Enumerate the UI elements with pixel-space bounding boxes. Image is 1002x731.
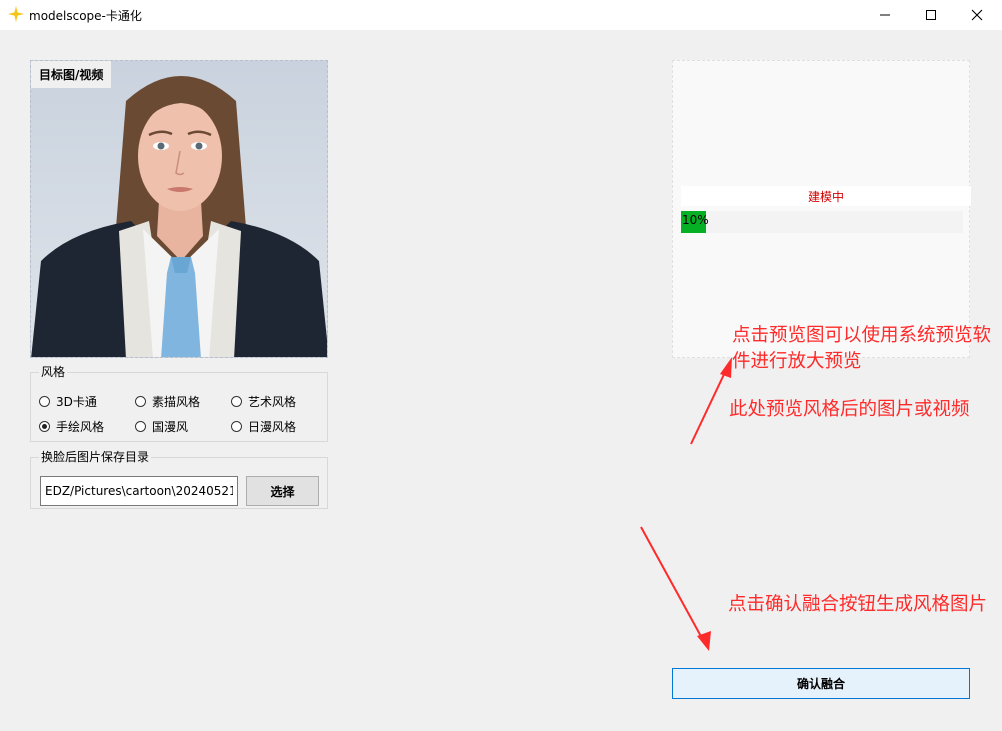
radio-circle[interactable] — [135, 421, 146, 432]
style-group: 风格 3D卡通 素描风格 艺术风格 手绘风格 国漫风 日漫风格 — [30, 365, 328, 442]
radio-circle[interactable] — [231, 396, 242, 407]
annotation-preview-click: 点击预览图可以使用系统预览软件进行放大预览 — [732, 325, 992, 372]
radio-label: 国漫风 — [152, 420, 189, 434]
arrow-head-confirm — [697, 631, 711, 651]
confirm-merge-button[interactable]: 确认融合 — [672, 668, 970, 699]
style-group-title: 风格 — [39, 365, 68, 379]
save-path-input[interactable] — [40, 476, 238, 506]
radio-label: 艺术风格 — [248, 395, 297, 409]
close-button[interactable] — [954, 0, 1000, 30]
radio-label: 素描风格 — [152, 395, 201, 409]
minimize-icon — [880, 14, 890, 16]
radio-anime[interactable]: 日漫风格 — [231, 418, 296, 435]
radio-hand-drawn[interactable]: 手绘风格 — [39, 418, 104, 435]
radio-label: 3D卡通 — [56, 395, 97, 409]
save-dir-group-title: 换脸后图片保存目录 — [39, 450, 152, 464]
close-icon — [971, 9, 983, 21]
radio-guoman[interactable]: 国漫风 — [135, 418, 188, 435]
radio-label: 日漫风格 — [248, 420, 297, 434]
radio-circle[interactable] — [231, 421, 242, 432]
save-dir-group: 换脸后图片保存目录 选择 — [30, 450, 328, 509]
target-label: 目标图/视频 — [31, 61, 112, 88]
radio-circle[interactable] — [135, 396, 146, 407]
sparkle-icon — [8, 6, 24, 22]
minimize-button[interactable] — [862, 0, 908, 30]
target-image-panel[interactable]: 目标图/视频 — [30, 60, 328, 358]
preview-panel[interactable]: 建模中 10% — [672, 60, 971, 358]
radio-label: 手绘风格 — [56, 420, 105, 434]
arrow-to-confirm — [640, 526, 704, 641]
maximize-button[interactable] — [908, 0, 954, 30]
annotation-preview-here: 此处预览风格后的图片或视频 — [729, 399, 970, 420]
window-title: modelscope-卡通化 — [29, 9, 142, 23]
radio-circle[interactable] — [39, 396, 50, 407]
progress-text: 10% — [682, 213, 709, 227]
radio-sketch[interactable]: 素描风格 — [135, 393, 200, 410]
target-photo — [31, 61, 327, 357]
progress-bar: 10% — [681, 211, 963, 233]
radio-3d-cartoon[interactable]: 3D卡通 — [39, 393, 97, 410]
radio-artistic[interactable]: 艺术风格 — [231, 393, 296, 410]
choose-dir-button[interactable]: 选择 — [246, 476, 319, 506]
radio-circle-checked[interactable] — [39, 421, 50, 432]
arrow-to-preview — [690, 367, 728, 445]
status-label: 建模中 — [681, 186, 971, 206]
arrow-head-preview — [720, 357, 732, 378]
annotation-confirm-hint: 点击确认融合按钮生成风格图片 — [728, 594, 988, 615]
maximize-icon — [926, 10, 936, 20]
title-bar: modelscope-卡通化 — [0, 0, 1002, 30]
